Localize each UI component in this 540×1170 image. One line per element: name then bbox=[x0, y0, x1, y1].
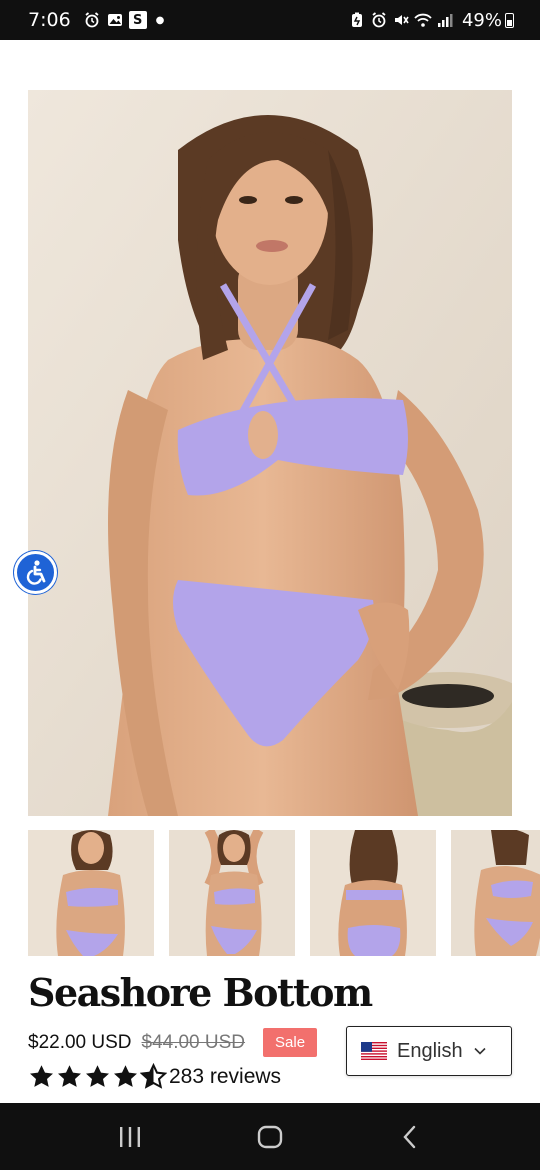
system-nav-bar bbox=[0, 1103, 540, 1170]
recents-icon bbox=[120, 1126, 140, 1147]
back-icon bbox=[403, 1125, 416, 1148]
thumbnail-photo bbox=[28, 830, 154, 956]
product-title: Seashore Bottom bbox=[28, 970, 373, 1015]
alarm-icon bbox=[370, 11, 388, 29]
battery-icon bbox=[505, 12, 514, 28]
s-app-icon: S bbox=[128, 11, 147, 29]
sale-badge: Sale bbox=[263, 1028, 318, 1057]
signal-icon bbox=[436, 11, 454, 29]
back-button[interactable] bbox=[380, 1112, 440, 1162]
status-bar: 7:06 S ● 49% bbox=[0, 0, 540, 40]
thumbnail-photo bbox=[310, 830, 436, 956]
alarm-icon bbox=[83, 11, 101, 29]
model-photo bbox=[28, 90, 512, 816]
accessibility-button[interactable] bbox=[14, 551, 57, 594]
dot-icon: ● bbox=[155, 14, 165, 26]
chevron-down-icon bbox=[474, 1047, 486, 1055]
gallery-icon bbox=[106, 11, 124, 29]
reviews-count[interactable]: 283 reviews bbox=[169, 1065, 281, 1089]
star-full-icon bbox=[86, 1065, 109, 1087]
language-selector[interactable]: English bbox=[346, 1026, 512, 1076]
wheelchair-icon bbox=[26, 559, 45, 585]
thumbnail-photo bbox=[451, 830, 540, 956]
product-main-image[interactable] bbox=[28, 90, 512, 816]
language-label: English bbox=[397, 1039, 463, 1062]
us-flag-icon bbox=[361, 1042, 387, 1060]
rating-row[interactable]: 283 reviews bbox=[28, 1063, 281, 1090]
price-current: $22.00 USD bbox=[28, 1031, 132, 1053]
status-right-group: 49% bbox=[348, 10, 514, 31]
price-row: $22.00 USD $44.00 USD Sale bbox=[28, 1028, 318, 1057]
thumbnail-1[interactable] bbox=[28, 830, 154, 956]
home-icon bbox=[257, 1125, 283, 1148]
thumbnail-2[interactable] bbox=[169, 830, 295, 956]
price-compare: $44.00 USD bbox=[141, 1031, 246, 1053]
star-full-icon bbox=[114, 1065, 137, 1087]
thumbnail-strip bbox=[28, 830, 540, 956]
recents-button[interactable] bbox=[100, 1112, 160, 1162]
status-time: 7:06 bbox=[28, 9, 71, 31]
battery-percent: 49% bbox=[461, 9, 502, 31]
star-rating bbox=[28, 1063, 168, 1090]
home-button[interactable] bbox=[240, 1112, 300, 1162]
star-full-icon bbox=[58, 1065, 81, 1087]
thumbnail-3[interactable] bbox=[310, 830, 436, 956]
battery-saver-icon bbox=[348, 11, 366, 29]
mute-icon bbox=[392, 11, 410, 29]
wifi-icon bbox=[414, 11, 432, 29]
thumbnail-4[interactable] bbox=[451, 830, 540, 956]
star-full-icon bbox=[30, 1065, 53, 1087]
star-half-icon bbox=[140, 1063, 167, 1089]
thumbnail-photo bbox=[169, 830, 295, 956]
